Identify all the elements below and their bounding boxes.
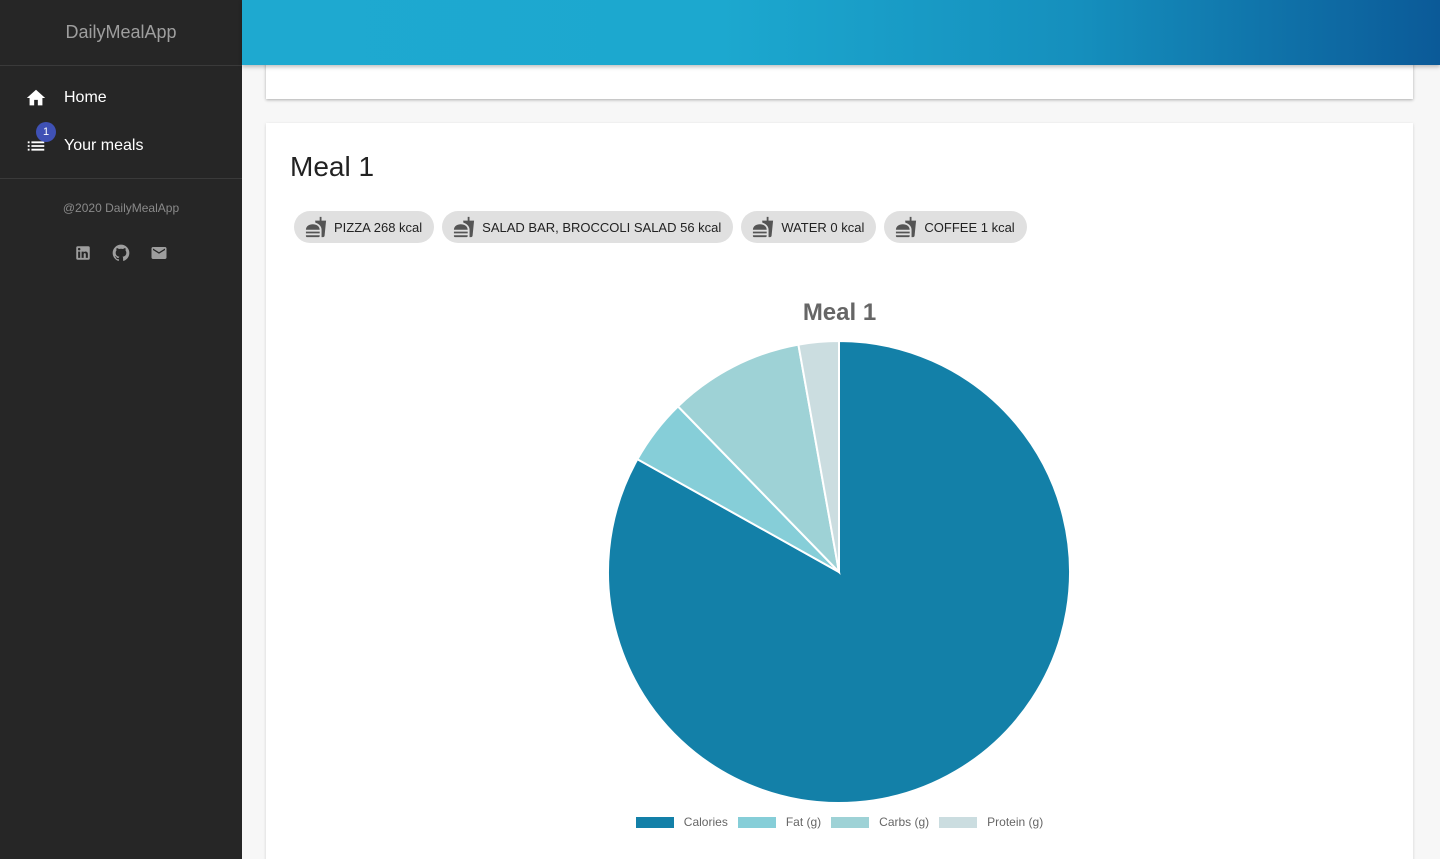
chart-title: Meal 1 [802,299,877,326]
meal-item-chip[interactable]: COFFEE 1 kcal [884,211,1027,243]
sidebar: DailyMealApp Home 1 Your meals @2020 Dai… [0,0,242,859]
meal-item-label: WATER 0 kcal [781,219,865,235]
meal-card: Meal 1 PIZZA 268 kcal SALAD BAR, BROCCOL… [266,123,1413,859]
legend-label: Fat (g) [785,815,822,829]
legend-item-protein[interactable]: Protein (g) [939,815,1043,829]
nutrition-pie-chart [607,339,1071,804]
chart-legend: Calories Fat (g) Carbs (g) Protein (g) [266,815,1413,829]
linkedin-icon[interactable] [73,243,93,263]
copyright-text: @2020 DailyMealApp [62,201,180,215]
home-icon [24,86,48,110]
meal-item-chip[interactable]: WATER 0 kcal [741,211,877,243]
meals-count-badge: 1 [36,122,56,142]
legend-label: Protein (g) [987,815,1044,829]
legend-swatch [831,816,870,828]
legend-swatch [635,816,674,828]
meal-item-label: COFFEE 1 kcal [924,219,1015,235]
previous-meal-card [266,65,1413,99]
fastfood-icon [894,215,918,239]
mail-icon[interactable] [149,243,169,263]
legend-item-carbs[interactable]: Carbs (g) [831,815,929,829]
meal-item-label: PIZZA 268 kcal [334,219,423,235]
legend-label: Carbs (g) [879,815,930,829]
legend-label: Calories [683,815,728,829]
meal-item-chip[interactable]: SALAD BAR, BROCCOLI SALAD 56 kcal [442,211,734,243]
social-links [0,243,242,263]
app-brand[interactable]: DailyMealApp [0,0,242,66]
legend-item-fat[interactable]: Fat (g) [737,815,822,829]
list-icon: 1 [24,122,56,158]
meal-item-label: SALAD BAR, BROCCOLI SALAD 56 kcal [482,219,722,235]
legend-swatch [737,816,776,828]
app-header [242,0,1440,65]
fastfood-icon [304,215,328,239]
sidebar-item-your-meals[interactable]: 1 Your meals [0,122,242,170]
fastfood-icon [452,215,476,239]
legend-swatch [939,816,978,828]
sidebar-item-label: Home [64,89,107,106]
legend-item-calories[interactable]: Calories [635,815,728,829]
meal-title: Meal 1 [290,151,375,182]
sidebar-item-home[interactable]: Home [0,74,242,122]
sidebar-item-label: Your meals [64,137,144,154]
meal-item-chip[interactable]: PIZZA 268 kcal [294,211,435,243]
meal-items: PIZZA 268 kcal SALAD BAR, BROCCOLI SALAD… [294,211,1027,243]
sidebar-nav: Home 1 Your meals [0,66,242,179]
main-content: Meal 1 PIZZA 268 kcal SALAD BAR, BROCCOL… [242,65,1440,859]
github-icon[interactable] [111,243,131,263]
fastfood-icon [751,215,775,239]
